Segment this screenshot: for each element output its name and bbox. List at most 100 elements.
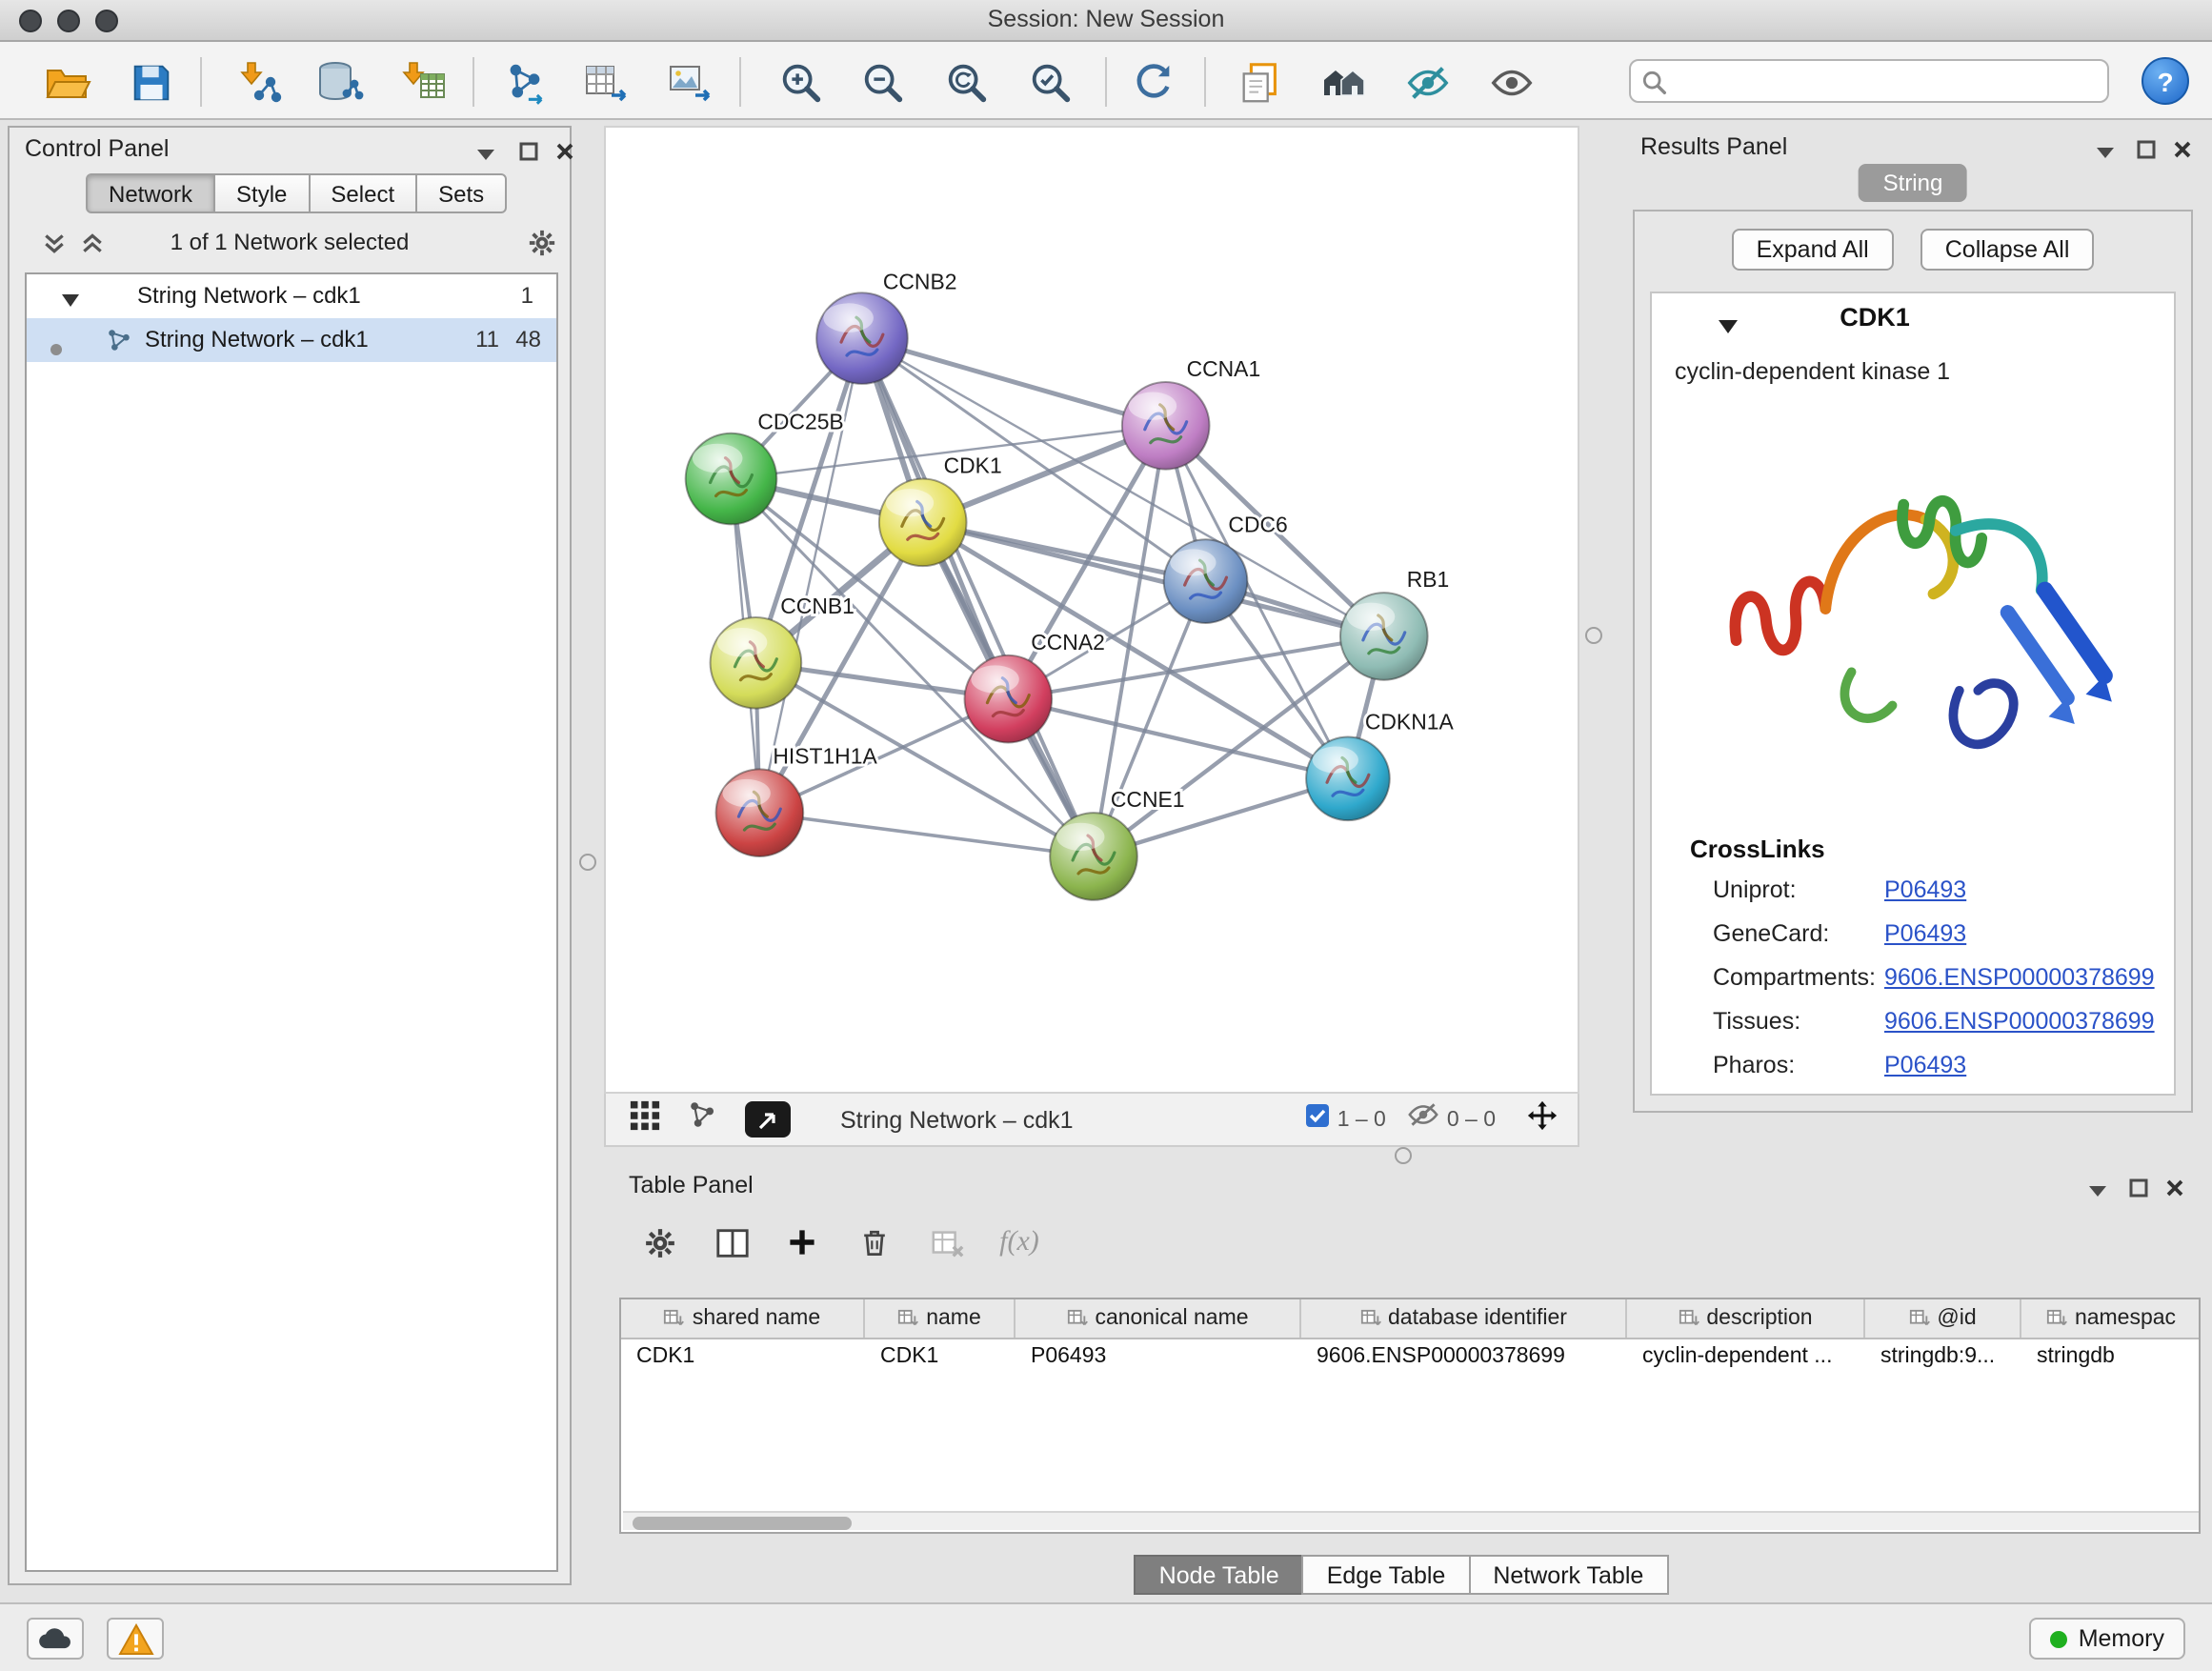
column-header-database-identifier[interactable]: database identifier <box>1301 1299 1627 1338</box>
column-header-namespac[interactable]: namespac <box>2021 1299 2201 1338</box>
table-horizontal-scrollbar[interactable] <box>623 1511 2201 1530</box>
column-header-label: shared name <box>693 1307 820 1330</box>
show-hide-graphics-button[interactable] <box>1478 50 1543 114</box>
tab-sets[interactable]: Sets <box>415 173 507 213</box>
table-row[interactable]: CDK1CDK1P064939606.ENSP00000378699cyclin… <box>621 1339 2199 1379</box>
function-builder-button[interactable]: f(x) <box>995 1218 1044 1267</box>
crosslink-value-link[interactable]: P06493 <box>1884 920 1966 947</box>
zoom-selected-button[interactable] <box>1017 50 1082 114</box>
network-node-ccna1[interactable]: CCNA1 <box>1122 356 1260 470</box>
panel-undock-button[interactable] <box>2086 1176 2109 1210</box>
export-network-icon <box>500 58 548 106</box>
column-header-shared-name[interactable]: shared name <box>621 1299 865 1338</box>
help-button[interactable]: ? <box>2142 57 2189 105</box>
protein-name: CDK1 <box>1652 303 2098 332</box>
crosslink-value-link[interactable]: 9606.ENSP00000378699 <box>1884 1008 2155 1035</box>
tab-node-table[interactable]: Node Table <box>1135 1555 1304 1595</box>
column-header-canonical-name[interactable]: canonical name <box>1016 1299 1301 1338</box>
crosslink-row: Compartments:9606.ENSP00000378699 <box>1652 964 2174 1002</box>
birdseye-view-button[interactable] <box>745 1101 791 1137</box>
panel-undock-button[interactable] <box>2094 137 2117 171</box>
warnings-button[interactable] <box>107 1618 164 1660</box>
network-options-button[interactable] <box>528 229 556 267</box>
collapse-all-button[interactable]: Collapse All <box>1920 229 2095 271</box>
tab-network[interactable]: Network <box>86 173 215 213</box>
network-node-cdkn1a[interactable]: CDKN1A <box>1306 710 1454 821</box>
zoom-out-button[interactable] <box>850 50 915 114</box>
network-row-selected[interactable]: String Network – cdk1 11 48 <box>27 318 556 362</box>
network-view-share-button[interactable] <box>688 1099 718 1139</box>
delete-table-button[interactable] <box>922 1218 972 1267</box>
hidden-eye-icon[interactable] <box>1409 1101 1439 1137</box>
toolbar-search-box[interactable] <box>1629 59 2109 103</box>
search-input[interactable] <box>1673 63 2100 99</box>
tab-select[interactable]: Select <box>308 173 417 213</box>
panel-close-button[interactable] <box>2172 135 2193 170</box>
delete-column-button[interactable] <box>850 1218 899 1267</box>
cytoscape-home-button[interactable] <box>1313 50 1377 114</box>
tab-style[interactable]: Style <box>213 173 310 213</box>
network-canvas[interactable]: CCNB2CCNA1CDC25BCDK1CDC6RB1CCNB1CCNA2CDK… <box>604 126 1579 1094</box>
close-window-button[interactable] <box>19 10 42 32</box>
minimize-window-button[interactable] <box>57 10 80 32</box>
panel-float-button[interactable] <box>2128 1174 2149 1208</box>
column-header-description[interactable]: description <box>1627 1299 1865 1338</box>
open-session-button[interactable] <box>34 50 99 114</box>
tree-expand-caret-icon[interactable] <box>61 288 80 314</box>
right-splitter-handle[interactable] <box>1585 627 1602 644</box>
memory-status-dot <box>2050 1630 2067 1647</box>
network-node-hist1h1a[interactable]: HIST1H1A <box>716 743 878 856</box>
left-splitter-handle[interactable] <box>579 854 596 871</box>
refresh-view-button[interactable] <box>1120 50 1185 114</box>
panel-close-button[interactable] <box>2164 1174 2185 1208</box>
show-columns-button[interactable] <box>707 1218 756 1267</box>
column-header-name[interactable]: name <box>865 1299 1016 1338</box>
import-network-database-button[interactable] <box>307 50 372 114</box>
cloud-status-button[interactable] <box>27 1618 84 1660</box>
network-node-rb1[interactable]: RB1 <box>1340 567 1449 680</box>
network-node-ccnb1[interactable]: CCNB1 <box>711 594 855 709</box>
toolbar-separator <box>473 57 474 107</box>
open-documentation-button[interactable] <box>1227 50 1292 114</box>
bottom-splitter-handle[interactable] <box>1395 1147 1412 1164</box>
import-table-file-button[interactable] <box>391 50 455 114</box>
panel-float-button[interactable] <box>518 137 539 171</box>
tab-edge-table[interactable]: Edge Table <box>1302 1555 1471 1595</box>
pan-network-button[interactable] <box>1526 1098 1558 1140</box>
crosslink-value-link[interactable]: P06493 <box>1884 1052 1966 1078</box>
toggle-graphics-details-button[interactable] <box>1395 50 1459 114</box>
expand-all-button[interactable]: Expand All <box>1732 229 1894 271</box>
add-column-button[interactable] <box>777 1218 827 1267</box>
export-network-button[interactable] <box>492 50 556 114</box>
panel-float-button[interactable] <box>2136 135 2157 170</box>
panel-close-button[interactable] <box>554 137 575 171</box>
selected-checkbox-icon[interactable] <box>1305 1102 1330 1137</box>
node-label-ccnb1: CCNB1 <box>780 594 855 618</box>
zoom-fit-button[interactable] <box>934 50 998 114</box>
tab-network-table[interactable]: Network Table <box>1468 1555 1668 1595</box>
results-panel: Results Panel String Expand All Collapse… <box>1621 126 2204 1143</box>
export-table-button[interactable] <box>573 50 638 114</box>
zoom-in-button[interactable] <box>768 50 833 114</box>
export-table-icon <box>581 57 631 107</box>
network-collection-row[interactable]: String Network – cdk1 1 <box>27 274 556 318</box>
string-network-graph[interactable]: CCNB2CCNA1CDC25BCDK1CDC6RB1CCNB1CCNA2CDK… <box>606 128 1578 1092</box>
column-header--id[interactable]: @id <box>1865 1299 2021 1338</box>
panel-undock-button[interactable] <box>474 139 497 173</box>
network-node-ccnb2[interactable]: CCNB2 <box>816 269 956 384</box>
memory-button[interactable]: Memory <box>2029 1618 2185 1660</box>
table-cell: stringdb:9... <box>1865 1339 2021 1379</box>
zoom-window-button[interactable] <box>95 10 118 32</box>
table-options-button[interactable] <box>634 1218 684 1267</box>
crosslink-value-link[interactable]: 9606.ENSP00000378699 <box>1884 964 2155 991</box>
results-tab-string[interactable]: String <box>1859 164 1968 202</box>
network-node-cdk1[interactable]: CDK1 <box>879 453 1002 567</box>
grid-view-button[interactable] <box>629 1098 661 1140</box>
export-image-button[interactable] <box>657 50 722 114</box>
crosslink-value-link[interactable]: P06493 <box>1884 876 1966 903</box>
save-session-button[interactable] <box>118 50 183 114</box>
memory-label: Memory <box>2079 1625 2164 1652</box>
node-table[interactable]: shared name namecanonical namedatabase id… <box>619 1298 2201 1534</box>
import-network-file-button[interactable] <box>227 50 292 114</box>
scrollbar-thumb[interactable] <box>633 1516 852 1529</box>
